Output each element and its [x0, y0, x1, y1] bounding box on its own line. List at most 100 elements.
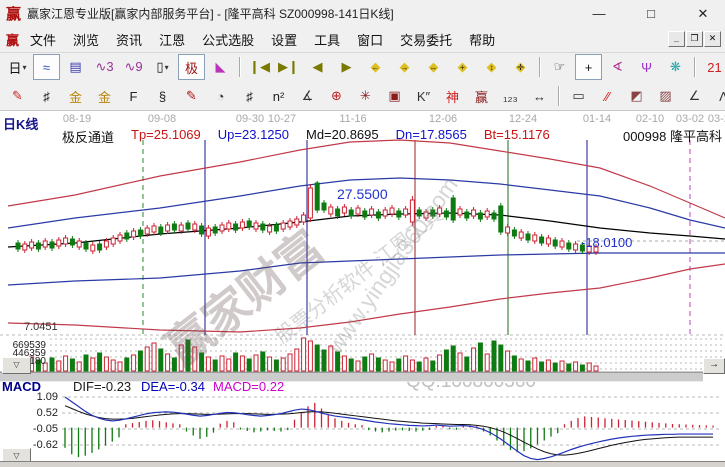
candle-style-dropdown[interactable]: ▯▾: [149, 54, 176, 80]
n-square-icon[interactable]: n²: [265, 83, 292, 109]
maximize-button[interactable]: □: [637, 6, 665, 21]
k-tool-icon[interactable]: K″: [410, 83, 437, 109]
close-button[interactable]: ✕: [689, 6, 717, 22]
grid-days-icon[interactable]: ♯: [33, 83, 60, 109]
menu-item-4[interactable]: 江恩: [158, 30, 186, 49]
calendar-icon[interactable]: 21: [701, 54, 725, 80]
date-label: 12-24: [509, 113, 537, 125]
next-bar-button: ▶: [342, 59, 352, 75]
gold-grid-a-icon[interactable]: 金: [62, 83, 89, 109]
grid-days2-icon[interactable]: ♯: [236, 83, 263, 109]
diamond-right-icon[interactable]: ◆→: [391, 54, 418, 80]
mdi-close-button[interactable]: ✕: [704, 31, 721, 47]
angle-fan-icon[interactable]: ∠: [681, 83, 708, 109]
jifan-channel-icon[interactable]: 极: [178, 54, 205, 80]
crosshair-tool-icon[interactable]: +: [575, 54, 602, 80]
mdi-restore-button[interactable]: ❐: [686, 31, 703, 47]
scroll-right-button[interactable]: →: [703, 358, 725, 374]
last-page-button[interactable]: ▶❙: [275, 54, 302, 80]
hand-tool-icon: ☞: [554, 59, 566, 75]
pencil-icon: ✎: [12, 88, 23, 104]
n-square-icon: n²: [273, 89, 285, 104]
next-bar-button[interactable]: ▶: [333, 54, 360, 80]
diamond-expand-icon[interactable]: ◆↔: [420, 54, 447, 80]
menu-item-9[interactable]: 交易委托: [399, 30, 453, 49]
kline-tab[interactable]: 日K线: [3, 114, 38, 133]
menu-item-3[interactable]: 资讯: [115, 30, 143, 49]
wave-3-icon[interactable]: ∿3: [91, 54, 118, 80]
first-page-button[interactable]: ❙◀: [246, 54, 273, 80]
indicator-value: Bt=15.1176: [484, 127, 550, 146]
mind-tool-icon: ❋: [670, 59, 681, 75]
first-page-button: ❙◀: [249, 59, 270, 75]
minimize-button[interactable]: —: [585, 6, 613, 21]
ying-tool-icon[interactable]: 赢: [468, 83, 495, 109]
f-grid-icon: F: [130, 89, 138, 104]
volume-panel-collapse-button[interactable]: ▽: [2, 357, 31, 374]
diamond-add-icon[interactable]: ◆+: [449, 54, 476, 80]
toolbar-separator: [539, 57, 541, 77]
square-wheel-icon[interactable]: ▣: [381, 83, 408, 109]
horizontal-scrollbar[interactable]: [0, 372, 703, 382]
wave-overlay-icon: ≈: [43, 60, 50, 75]
mind-tool-icon[interactable]: ❋: [662, 54, 689, 80]
info-panel-icon: ▤: [69, 59, 81, 75]
wave-3-icon: ∿3: [95, 59, 113, 75]
menu-item-2[interactable]: 浏览: [72, 30, 100, 49]
hand-tool-icon[interactable]: ☞: [546, 54, 573, 80]
fan-shade-icon[interactable]: ◩: [623, 83, 650, 109]
spectrum-chart-icon[interactable]: ◣: [207, 54, 234, 80]
toolbar-separator: [239, 57, 241, 77]
spiral-5-icon[interactable]: §: [149, 83, 176, 109]
gold-grid-b-icon[interactable]: 金: [91, 83, 118, 109]
star-wheel-icon[interactable]: ✳: [352, 83, 379, 109]
macd-panel-collapse-button[interactable]: ▽: [2, 448, 31, 461]
pencil-measure-icon[interactable]: ✎: [178, 83, 205, 109]
diamond-arrow-glyph: ↕: [479, 63, 504, 72]
ruler-123-icon[interactable]: ₁₂₃: [497, 83, 524, 109]
star-wheel-icon: ✳: [360, 88, 371, 104]
toolbar-separator: [694, 57, 696, 77]
span-measure-icon[interactable]: ↔: [526, 83, 553, 109]
fan-lines-icon[interactable]: ∕∕: [594, 83, 621, 109]
menu-item-5[interactable]: 公式选股: [201, 30, 255, 49]
chart-canvas[interactable]: [0, 111, 725, 461]
shen-tool-icon[interactable]: 神: [439, 83, 466, 109]
diamond-move-icon[interactable]: ◆✛: [507, 54, 534, 80]
indicator-value: Md=20.8695: [306, 127, 379, 146]
pencil-icon[interactable]: ✎: [4, 83, 31, 109]
shen-tool-icon: 神: [446, 87, 459, 106]
time-wheel-icon[interactable]: ◔: [207, 83, 234, 109]
mdi-minimize-button[interactable]: _: [668, 31, 685, 47]
measure-tool-icon[interactable]: ∢: [604, 54, 631, 80]
diamond-arrow-glyph: ←: [363, 63, 388, 72]
box-range-icon[interactable]: ▭: [565, 83, 592, 109]
diamond-updown-icon[interactable]: ◆↕: [478, 54, 505, 80]
f-grid-icon[interactable]: F: [120, 83, 147, 109]
menu-item-6[interactable]: 设置: [270, 30, 298, 49]
menu-item-8[interactable]: 窗口: [356, 30, 384, 49]
gann-circle-icon[interactable]: ⊕: [323, 83, 350, 109]
menu-item-1[interactable]: 文件: [29, 30, 57, 49]
period-day-dropdown: 日: [8, 58, 21, 77]
menu-item-10[interactable]: 帮助: [468, 30, 496, 49]
date-label: 11-16: [339, 113, 366, 125]
wave-9-icon[interactable]: ∿9: [120, 54, 147, 80]
zigzag-icon[interactable]: Λ: [710, 83, 725, 109]
menu-bar: 赢 文件浏览资讯江恩公式选股设置工具窗口交易委托帮助: [0, 27, 725, 53]
fan-box-icon: ▨: [659, 88, 671, 104]
date-label: 03-02: [676, 113, 704, 125]
last-page-button: ▶❙: [278, 59, 299, 75]
info-panel-icon[interactable]: ▤: [62, 54, 89, 80]
square-wheel-icon: ▣: [388, 88, 400, 104]
menu-item-7[interactable]: 工具: [313, 30, 341, 49]
angle-ruler-icon[interactable]: ∡: [294, 83, 321, 109]
period-day-dropdown[interactable]: 日▾: [4, 54, 31, 80]
diamond-left-icon[interactable]: ◆←: [362, 54, 389, 80]
fan-box-icon[interactable]: ▨: [652, 83, 679, 109]
toolbar-separator: [558, 86, 560, 106]
prev-bar-button[interactable]: ◀: [304, 54, 331, 80]
gann-tool-icon[interactable]: Ψ: [633, 54, 660, 80]
indicator-value: Up=23.1250: [218, 127, 289, 146]
wave-overlay-icon[interactable]: ≈: [33, 54, 60, 80]
